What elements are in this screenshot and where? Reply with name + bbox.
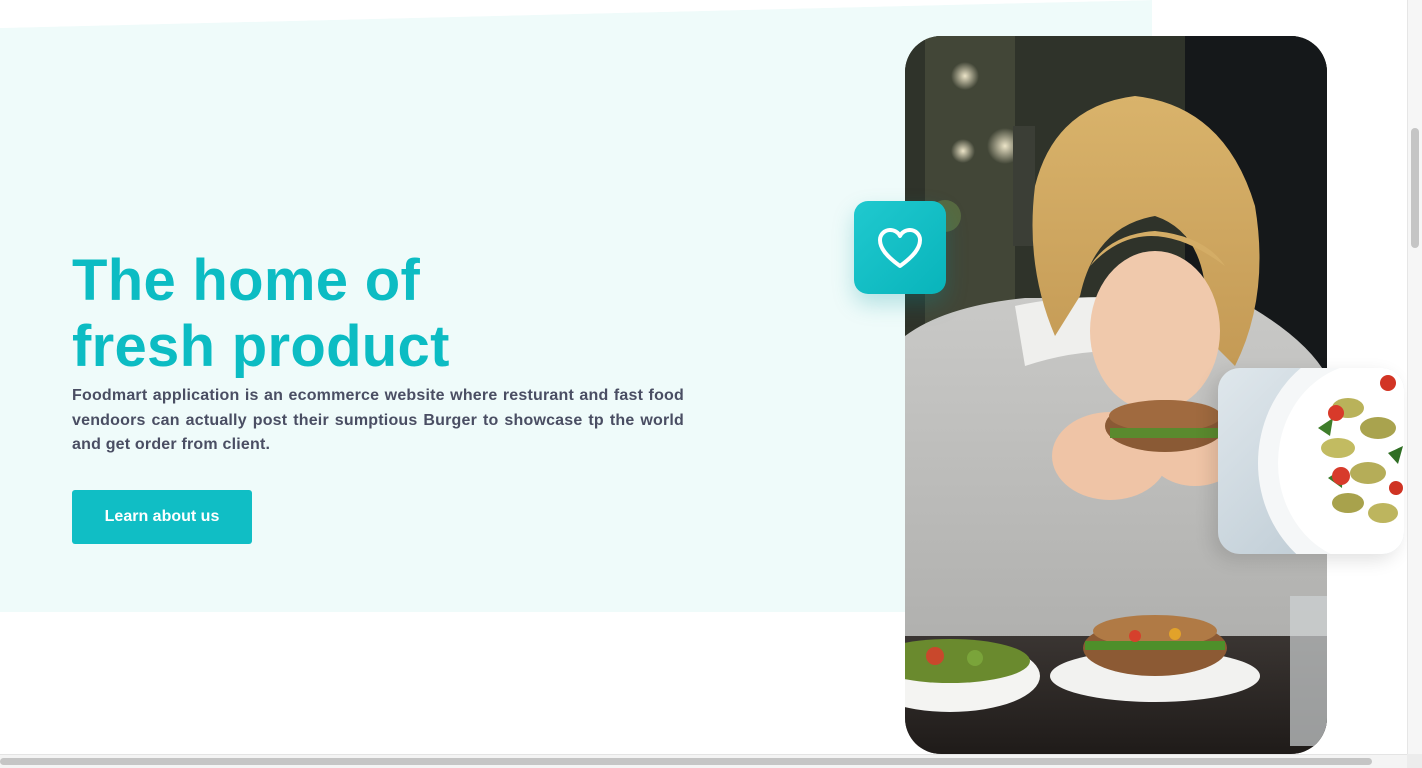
pasta-salad-illustration: [1258, 368, 1404, 554]
scrollbar-corner: [1407, 754, 1422, 768]
horizontal-scrollbar-thumb[interactable]: [0, 758, 1372, 765]
vertical-scrollbar[interactable]: [1407, 0, 1422, 754]
vertical-scrollbar-thumb[interactable]: [1411, 128, 1419, 248]
learn-about-us-button[interactable]: Learn about us: [72, 490, 252, 544]
favorite-heart-tile[interactable]: [854, 201, 946, 294]
page: The home of fresh product Foodmart appli…: [0, 0, 1422, 768]
pasta-salad-thumbnail: [1218, 368, 1404, 554]
hero-title-line-2: fresh product: [72, 314, 450, 379]
hero-description: Foodmart application is an ecommerce web…: [72, 387, 684, 453]
heart-icon: [878, 227, 922, 268]
hero-title-line-1: The home of: [72, 248, 421, 313]
hero-title: The home of fresh product: [72, 248, 592, 380]
